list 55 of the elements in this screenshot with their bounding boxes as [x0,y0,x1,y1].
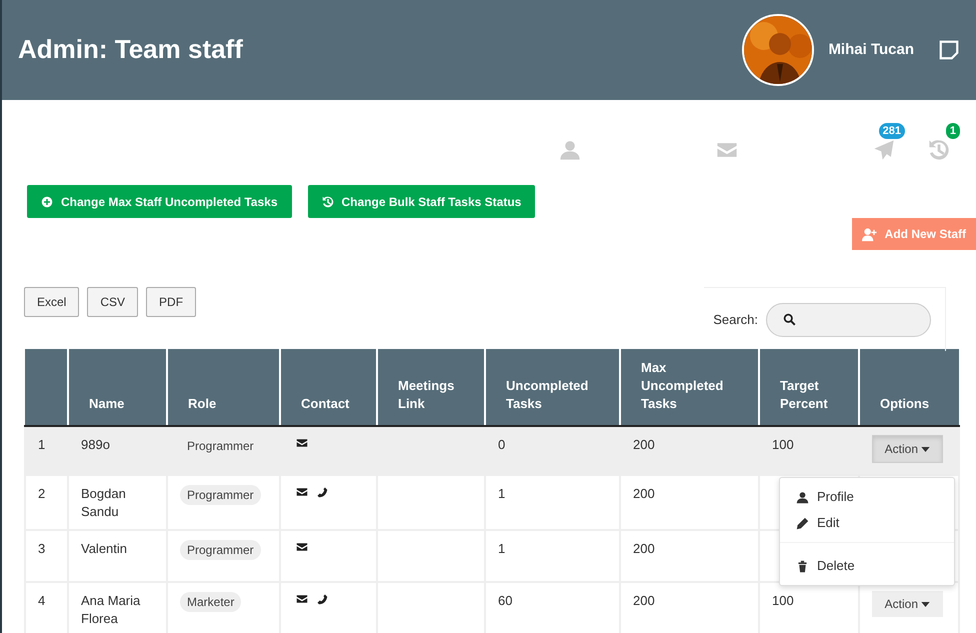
page-title: Admin: Team staff [18,34,244,66]
table-cell: 100 [772,437,794,452]
table-cell: 100 [772,593,794,608]
column-header[interactable]: Name [89,395,154,413]
table-cell: 200 [633,486,655,501]
column-header[interactable]: Contact [301,395,364,413]
count-badge: 281 [878,123,905,139]
table-cell: Valentin [81,541,128,556]
menu-item[interactable]: Delete [780,553,954,579]
export-button[interactable]: CSV [87,287,138,317]
role-tag: Marketer [180,592,242,612]
search-field[interactable] [766,302,931,336]
table-cell: 4 [38,593,46,608]
mail-icon[interactable] [296,541,308,553]
table-cell: 0 [498,437,506,452]
table-cell: 989o [81,437,110,452]
table-cell: 200 [633,593,655,608]
pencil-icon [796,516,809,530]
mail-icon[interactable] [296,593,308,605]
table-cell: 60 [498,593,512,608]
plus-circle-icon [41,196,53,208]
role-tag: Programmer [180,485,261,505]
role-tag: Programmer [180,540,261,560]
dropdown-toggle-button[interactable]: Action [872,591,943,617]
user-icon [796,490,809,504]
add-user-icon [862,226,877,242]
menu-item[interactable]: Profile [780,484,954,510]
column-header[interactable]: Role [188,395,267,413]
search-label: Search: [713,310,758,329]
column-header[interactable]: Options [880,395,947,413]
mail-icon[interactable] [296,486,308,498]
table-cell: 200 [633,437,655,452]
caret-icon [921,447,930,452]
caret-icon [921,602,930,608]
table-cell: 1 [38,437,46,452]
table-row[interactable]: 4 Ana Maria Florea Marketer 60 200 100 Action [25,582,959,633]
table-cell: 1 [498,486,506,501]
user-name[interactable]: Mihai Tucan [828,38,914,62]
phone-icon[interactable] [316,486,328,498]
search-icon [783,312,796,326]
table-cell: 2 [38,486,46,501]
export-button[interactable]: Excel [24,287,80,317]
history-icon [322,196,334,208]
table-cell: 200 [633,541,655,556]
table-cell: Ana Maria Florea [81,593,140,626]
mail-icon[interactable] [296,437,308,449]
note-icon[interactable] [938,39,960,61]
table-cell: 3 [38,541,46,556]
trash-icon [796,560,809,572]
dropdown-toggle-button[interactable]: Action [872,435,943,463]
export-button[interactable]: PDF [146,287,196,317]
count-badge: 1 [946,123,960,139]
table-cell: 1 [498,541,506,556]
table-cell: Bogdan Sandu [81,486,126,519]
phone-icon[interactable] [316,593,328,605]
